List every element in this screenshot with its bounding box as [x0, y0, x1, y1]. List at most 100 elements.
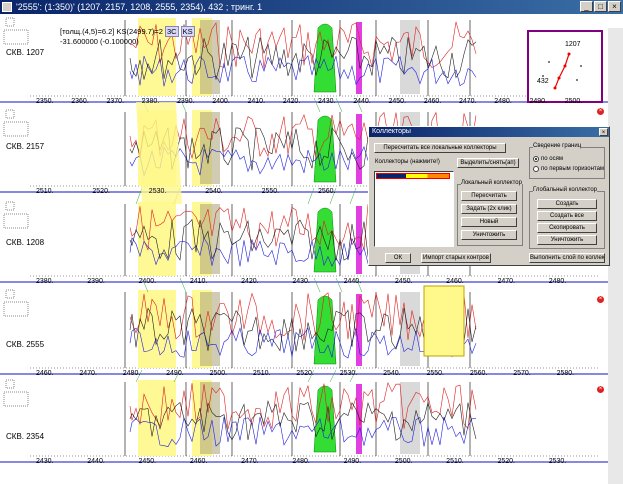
collectors-label: Коллекторы (нажмите!): [375, 159, 440, 165]
window-title: '2555': (1:350)' (1207, 2157, 1208, 2555…: [16, 2, 263, 12]
well-label-1207: СКВ. 1207: [6, 48, 45, 57]
curve-badge-ks[interactable]: KS: [180, 26, 195, 37]
map-well-label: 432: [537, 78, 549, 85]
depth-tick-label: 2400.: [212, 98, 230, 105]
depth-tick-label: 2450.: [394, 278, 413, 285]
snap-axes-label: по осям: [541, 156, 563, 162]
local-new-button[interactable]: Новый: [461, 217, 517, 227]
depth-tick-label: 2460.: [36, 370, 54, 377]
global-create-all-button[interactable]: Создать все: [537, 211, 597, 221]
depth-tick-label: 2360.: [71, 98, 89, 105]
depth-tick-label: 2480.: [494, 98, 512, 105]
close-button[interactable]: ×: [608, 1, 621, 12]
depth-tick-label: 2410.: [189, 278, 208, 285]
depth-tick-label: 2530.: [339, 370, 358, 377]
dialog-title: Коллекторы: [372, 128, 411, 135]
select-toggle-button[interactable]: Выделить/снять(ап): [457, 158, 519, 168]
snap-horizons-label: по первым горизонтам: [541, 166, 605, 172]
depth-tick-label: 2420.: [282, 98, 301, 105]
depth-tick-label: 2510.: [36, 188, 54, 195]
list-item[interactable]: [376, 173, 450, 179]
well-label-2157: СКВ. 2157: [6, 142, 45, 151]
snap-group-label: Сведение границ: [533, 143, 582, 149]
depth-tick-label: 2500.: [564, 98, 583, 105]
depth-tick-label: 2410.: [247, 98, 266, 105]
dialog-titlebar[interactable]: Коллекторы ×: [369, 127, 609, 137]
well-label-1208: СКВ. 1208: [6, 238, 45, 247]
local-set-button[interactable]: Задать (2х клик): [461, 204, 517, 214]
depth-tick-label: 2470.: [241, 458, 259, 465]
depth-tick-label: 2560.: [318, 188, 336, 195]
well-label-2555: СКВ. 2555: [6, 340, 45, 349]
close-track-icon[interactable]: ×: [597, 296, 604, 303]
depth-tick-label: 2510.: [446, 458, 464, 465]
apply-layer-button[interactable]: Выполнить слой по коллектору: [529, 253, 605, 263]
depth-tick-label: 2380.: [36, 278, 54, 285]
local-group-label: Локальный коллектор: [461, 180, 522, 186]
depth-tick-label: 2540.: [205, 188, 223, 195]
depth-tick-label: 2480.: [292, 458, 310, 465]
depth-tick-label: 2550.: [426, 370, 444, 377]
depth-tick-label: 2460.: [189, 458, 208, 465]
ok-button[interactable]: ОК: [385, 253, 411, 263]
collectors-dialog[interactable]: Коллекторы × Пересчитать все локальные к…: [368, 126, 610, 266]
depth-tick-label: 2560.: [469, 370, 488, 377]
vertical-scrollbar[interactable]: [608, 28, 623, 484]
info-line2: -31.600000 (-0.100000): [60, 37, 139, 46]
import-button[interactable]: Импорт старых контров: [421, 253, 491, 263]
app-icon: [2, 2, 12, 12]
depth-tick-label: 2440.: [353, 98, 371, 105]
depth-tick-label: 2400.: [138, 278, 157, 285]
well-label-2354: СКВ. 2354: [6, 432, 45, 441]
depth-tick-label: 2490.: [529, 98, 548, 105]
global-group-label: Глобальный коллектор: [533, 187, 598, 193]
recalc-all-button[interactable]: Пересчитать все локальные коллекторы: [374, 143, 506, 153]
depth-tick-label: 2350.: [36, 98, 54, 105]
depth-tick-label: 2520.: [296, 370, 314, 377]
depth-tick-label: 2570.: [513, 370, 531, 377]
close-track-icon[interactable]: ×: [597, 386, 604, 393]
depth-tick-label: 2490.: [343, 458, 362, 465]
depth-tick-label: 2460.: [446, 278, 464, 285]
map-well-label: 1207: [565, 41, 581, 48]
global-create-button[interactable]: Создать: [537, 199, 597, 209]
depth-tick-label: 2380.: [141, 98, 160, 105]
global-copy-button[interactable]: Скопировать: [537, 223, 597, 233]
depth-tick-label: 2450.: [138, 458, 157, 465]
depth-tick-label: 2470.: [79, 370, 97, 377]
depth-tick-label: 2540.: [383, 370, 401, 377]
depth-tick-label: 2450.: [388, 98, 407, 105]
depth-tick-label: 2520.: [497, 458, 515, 465]
depth-tick-label: 2580.: [556, 370, 575, 377]
minimize-button[interactable]: _: [580, 1, 593, 12]
dialog-close-button[interactable]: ×: [599, 128, 608, 136]
depth-tick-label: 2550.: [261, 188, 280, 195]
depth-tick-label: 2470.: [459, 98, 477, 105]
depth-tick-label: 2430.: [36, 458, 54, 465]
depth-tick-label: 2510.: [252, 370, 271, 377]
depth-tick-label: 2390.: [87, 278, 105, 285]
depth-tick-label: 2390.: [177, 98, 195, 105]
depth-tick-label: 2490.: [166, 370, 184, 377]
info-line1: [толщ.(4,5)=6.2] KS(2499.7)=2: [60, 27, 163, 36]
depth-tick-label: 2530.: [548, 458, 567, 465]
depth-tick-label: 2500.: [209, 370, 228, 377]
depth-tick-label: 2420.: [241, 278, 259, 285]
global-delete-button[interactable]: Уничтожить: [537, 235, 597, 245]
depth-tick-label: 2370.: [106, 98, 125, 105]
maximize-button[interactable]: □: [594, 1, 607, 12]
well-location-map[interactable]: 1207 432: [527, 30, 603, 103]
depth-tick-label: 2520.: [92, 188, 110, 195]
depth-tick-label: 2430.: [292, 278, 310, 285]
depth-tick-label: 2440.: [343, 278, 362, 285]
local-recalc-button[interactable]: Пересчитать: [461, 191, 517, 201]
close-track-icon[interactable]: ×: [597, 108, 604, 115]
depth-tick-label: 2530.: [148, 188, 167, 195]
snap-horizons-radio[interactable]: [533, 166, 539, 172]
local-delete-button[interactable]: Уничтожить: [461, 230, 517, 240]
collectors-list[interactable]: [374, 171, 454, 247]
window-titlebar[interactable]: '2555': (1:350)' (1207, 2157, 1208, 2555…: [0, 0, 623, 14]
curve-badge-3c[interactable]: 3C: [164, 26, 179, 37]
snap-axes-radio[interactable]: [533, 156, 539, 162]
depth-tick-label: 2500.: [394, 458, 413, 465]
